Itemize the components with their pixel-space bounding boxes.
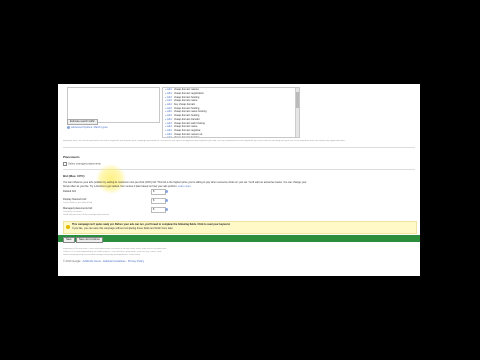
footer-link-guidelines[interactable]: Editorial Guidelines <box>103 260 125 263</box>
adwords-page: Estimate search traffic Advanced Options… <box>58 84 420 276</box>
keyword-text: buy cheap domain <box>174 103 196 107</box>
add-keyword-link[interactable]: « Add <box>163 92 174 95</box>
warning-alert: This campaign isn't quite ready yet. Bef… <box>63 221 417 234</box>
save-and-continue-button[interactable]: Save and continue <box>76 236 103 243</box>
scrollbar-thumb[interactable] <box>296 92 299 108</box>
add-keyword-link[interactable]: « Add <box>163 129 174 132</box>
action-bar: Save Save and continue <box>58 235 420 243</box>
match-types-link[interactable]: Advanced Options: Match types <box>67 126 108 129</box>
managed-placements-bid-hint: Currently not active <box>63 210 82 213</box>
keyword-text: cheap domain registration <box>174 92 204 96</box>
add-keyword-link[interactable]: « Add <box>163 125 174 128</box>
keyword-text: cheap domain hosting <box>174 136 200 138</box>
bid-description: You can influence your ad's position by … <box>63 181 409 188</box>
managed-placements-bid-hint-2: Used only because of the managed placeme… <box>63 213 110 216</box>
help-icon[interactable] <box>165 199 168 202</box>
keyword-suggestion-row[interactable]: « Add cheap domain hosting <box>163 136 299 138</box>
add-keyword-link[interactable]: « Add <box>163 88 174 91</box>
footer-links: © 2010 Google - AdWords Home - Editorial… <box>63 260 145 263</box>
managed-placements-checkbox[interactable] <box>63 162 67 166</box>
help-icon <box>67 126 70 129</box>
keyword-text: cheap domain transfer <box>174 117 200 121</box>
help-icon[interactable] <box>165 208 168 211</box>
keywords-textarea[interactable] <box>67 87 160 123</box>
keyword-text: cheap domain name <box>174 125 198 129</box>
keyword-text: cheap domain hosting <box>174 114 200 118</box>
fine-print-line: Some inventory may be provided through t… <box>63 254 141 257</box>
estimate-traffic-button[interactable]: Estimate search traffic <box>67 119 98 125</box>
keyword-text: cheap domain registrar <box>174 128 201 132</box>
learn-more-link[interactable]: Learn more <box>178 185 191 188</box>
managed-placements-label: Select managed placements <box>68 162 101 166</box>
keyword-list-scrollbar[interactable] <box>295 88 299 137</box>
placements-title: Placements <box>63 155 80 159</box>
default-bid-input[interactable]: $ <box>151 189 166 195</box>
keyword-text: cheap domain name <box>174 99 198 103</box>
keyword-suggestion-list[interactable]: « Add cheap domain names « Add cheap domain… <box>162 87 300 138</box>
footer-link-home[interactable]: AdWords Home <box>83 260 101 263</box>
display-network-bid-input[interactable]: $ <box>151 198 166 204</box>
add-keyword-link[interactable]: « Add <box>163 136 174 137</box>
match-types-link-label: Advanced Options: Match types <box>71 126 108 130</box>
help-icon[interactable] <box>165 190 168 193</box>
managed-placements-option[interactable]: Select managed placements <box>63 162 101 166</box>
add-keyword-link[interactable]: « Add <box>163 118 174 121</box>
copyright: © 2010 Google <box>63 260 81 263</box>
keyword-text: cheap domain names <box>174 88 199 92</box>
save-button[interactable]: Save <box>63 236 75 243</box>
warning-icon <box>66 225 70 229</box>
default-bid-label: Default bid: <box>63 190 77 193</box>
cursor-highlight <box>96 164 126 194</box>
divider <box>63 147 415 148</box>
add-keyword-link[interactable]: « Add <box>163 103 174 106</box>
display-network-bid-hint: Leave blank to use default bid <box>63 201 93 204</box>
alert-message: This campaign isn't quite ready yet. Bef… <box>72 223 231 226</box>
bid-title: Bid (Max. CPC) <box>63 174 85 178</box>
footer-link-privacy[interactable]: Privacy Policy <box>128 260 144 263</box>
alert-submessage: If you like, you can save this campaign … <box>72 226 174 230</box>
add-keyword-link[interactable]: « Add <box>163 114 174 117</box>
managed-placements-bid-input[interactable]: $ <box>151 207 166 213</box>
keyword-note: Important note: We cannot guarantee that… <box>63 140 346 142</box>
bid-description-line-2: bid as often as you like. Try a bid low … <box>63 184 191 188</box>
footer-fine-print: Reporting is not real time. Clicks and i… <box>63 248 413 258</box>
add-keyword-link[interactable]: « Add <box>163 99 174 102</box>
